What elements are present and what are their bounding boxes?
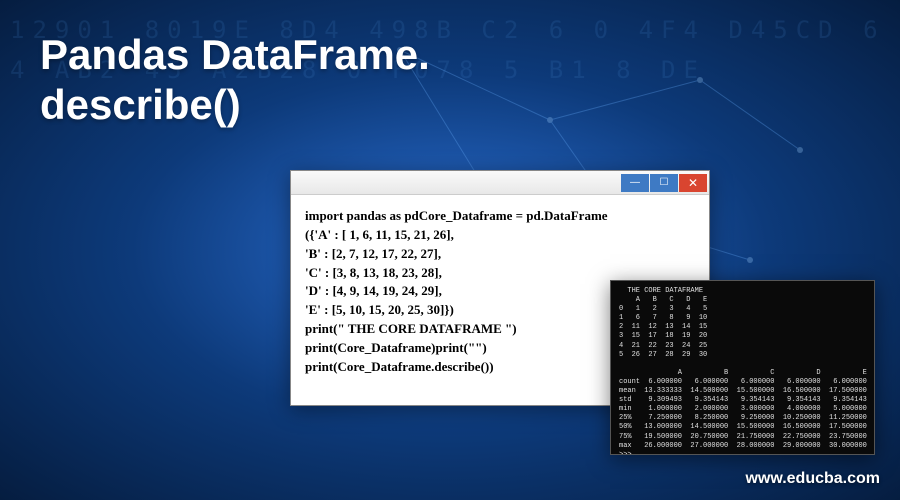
watermark-url: www.educba.com bbox=[745, 470, 880, 488]
code-line: import pandas as pdCore_Dataframe = pd.D… bbox=[305, 207, 695, 226]
close-button[interactable]: ✕ bbox=[679, 174, 707, 192]
maximize-button[interactable]: ☐ bbox=[650, 174, 678, 192]
page-title: Pandas DataFrame. describe() bbox=[40, 30, 430, 131]
code-line: 'B' : [2, 7, 12, 17, 22, 27], bbox=[305, 245, 695, 264]
title-line-1: Pandas DataFrame. bbox=[40, 30, 430, 80]
window-titlebar: — ☐ ✕ bbox=[291, 171, 709, 195]
minimize-button[interactable]: — bbox=[621, 174, 649, 192]
terminal-output-window: THE CORE DATAFRAME A B C D E 0 1 2 3 4 5… bbox=[610, 280, 875, 455]
code-line: ({'A' : [ 1, 6, 11, 15, 21, 26], bbox=[305, 226, 695, 245]
title-line-2: describe() bbox=[40, 80, 430, 130]
